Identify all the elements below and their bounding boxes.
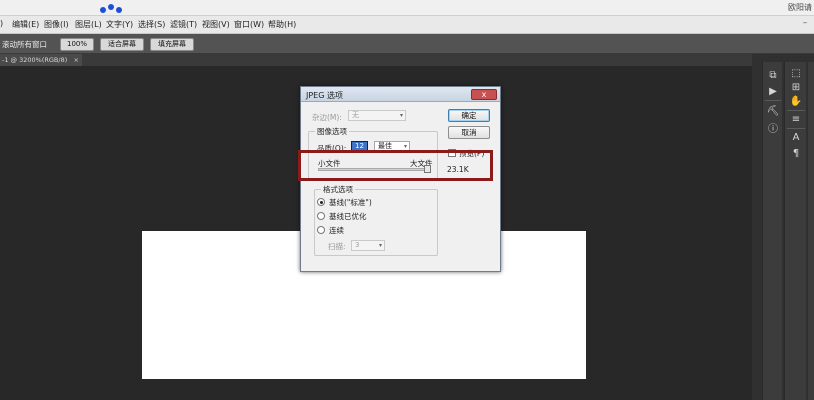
- adjustments-icon[interactable]: ≡: [789, 114, 803, 126]
- chevron-down-icon: ▾: [399, 112, 403, 119]
- menu-item-filter[interactable]: 滤镜(T): [170, 19, 197, 30]
- menu-item-view[interactable]: 视图(V): [202, 19, 230, 30]
- matte-select[interactable]: 无 ▾: [348, 110, 406, 121]
- format-option-label: 基线("标准"): [329, 198, 372, 207]
- close-icon[interactable]: x: [471, 89, 497, 100]
- format-radio-progressive[interactable]: [317, 226, 325, 234]
- zoom-100-button[interactable]: 100%: [60, 38, 94, 51]
- matte-label: 杂边(M):: [312, 113, 342, 122]
- cancel-button[interactable]: 取消: [448, 126, 490, 139]
- divider: [765, 100, 781, 101]
- document-tab-label: -1 @ 3200%(RGB/8): [2, 56, 68, 64]
- quality-slider-track[interactable]: [318, 168, 430, 171]
- panel-strip-3: [808, 62, 814, 400]
- format-options-caption: 格式选项: [321, 184, 355, 195]
- quality-slider-thumb[interactable]: [424, 165, 431, 173]
- divider: [787, 110, 805, 111]
- panel-strip-2: ⬚ ⊞ ✋ ≡ A ¶: [784, 62, 806, 400]
- hand-icon[interactable]: ✋: [789, 96, 803, 108]
- tools-icon[interactable]: ⛏: [766, 106, 780, 118]
- scans-select[interactable]: 3 ▾: [351, 240, 385, 251]
- logo-icon: [100, 4, 122, 14]
- play-icon[interactable]: ▶: [766, 86, 780, 98]
- history-icon[interactable]: ⧉: [766, 70, 780, 82]
- ok-button[interactable]: 确定: [448, 109, 490, 122]
- dialog-titlebar[interactable]: JPEG 选项 x: [301, 87, 500, 102]
- menu-item-edit[interactable]: 编辑(E): [12, 19, 39, 30]
- options-bar: 滚动所有窗口 100% 适合屏幕 填充屏幕: [0, 34, 814, 54]
- navigator-icon[interactable]: ⬚: [789, 68, 803, 80]
- format-option-label: 连续: [329, 226, 344, 235]
- close-tab-icon[interactable]: ×: [74, 54, 79, 66]
- file-size-readout: 23.1K: [447, 165, 469, 174]
- document-tab[interactable]: -1 @ 3200%(RGB/8) ×: [0, 54, 82, 66]
- scans-label: 扫描:: [328, 242, 346, 251]
- divider: [787, 128, 805, 129]
- menu-item-layer[interactable]: 图层(L): [75, 19, 102, 30]
- menu-item-image[interactable]: 图像(I): [44, 19, 69, 30]
- fill-screen-button[interactable]: 填充屏幕: [150, 38, 194, 51]
- character-icon[interactable]: A: [789, 132, 803, 144]
- window-title: 欧阳请: [788, 3, 812, 12]
- image-options-caption: 图像选项: [315, 126, 349, 137]
- minimize-button[interactable]: –: [796, 18, 814, 31]
- panel-strip-1: ⧉ ▶ ⛏ ⓘ: [762, 62, 782, 400]
- title-strip: 欧阳请: [0, 0, 814, 16]
- dialog-title: JPEG 选项: [306, 91, 343, 100]
- menu-item-window[interactable]: 窗口(W): [234, 19, 264, 30]
- menu-item-select[interactable]: 选择(S): [138, 19, 165, 30]
- format-option-label: 基线已优化: [329, 212, 367, 221]
- matte-value: 无: [352, 111, 359, 119]
- fit-screen-button[interactable]: 适合屏幕: [100, 38, 144, 51]
- menu-bar: ) 编辑(E) 图像(I) 图层(L) 文字(Y) 选择(S) 滤镜(T) 视图…: [0, 16, 814, 34]
- chevron-down-icon: ▾: [378, 242, 382, 249]
- format-radio-baseline[interactable]: [317, 198, 325, 206]
- info-icon[interactable]: ⓘ: [766, 124, 780, 136]
- menu-item-help[interactable]: 帮助(H): [268, 19, 296, 30]
- menu-item-type[interactable]: 文字(Y): [106, 19, 133, 30]
- format-radio-optimized[interactable]: [317, 212, 325, 220]
- menu-item-partial[interactable]: ): [0, 19, 3, 28]
- scroll-all-windows-checkbox[interactable]: 滚动所有窗口: [2, 39, 47, 50]
- scans-value: 3: [355, 241, 360, 249]
- document-tab-bar: -1 @ 3200%(RGB/8) ×: [0, 54, 758, 66]
- paragraph-icon[interactable]: ¶: [789, 148, 803, 160]
- quality-preset-value: 最佳: [378, 142, 392, 150]
- brush-preset-icon[interactable]: ⊞: [789, 82, 803, 94]
